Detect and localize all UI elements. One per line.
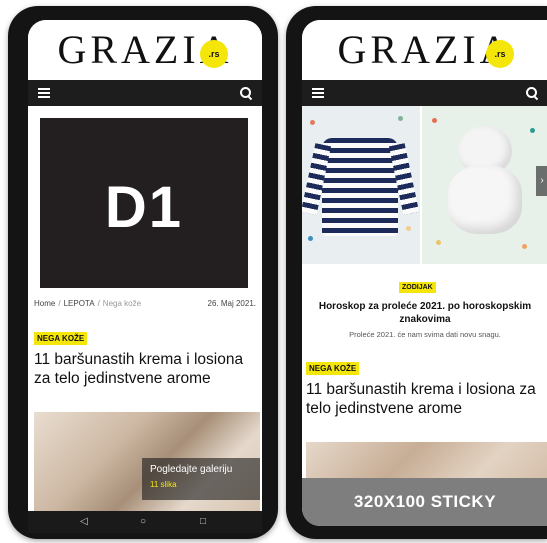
confetti-dot	[436, 240, 441, 245]
featured-headline[interactable]: Horoskop za proleće 2021. po horoskopski…	[306, 300, 544, 326]
gallery-count: 11 slika	[150, 480, 177, 489]
header-logo-row: GRAZIA .rs	[28, 20, 262, 80]
logo-badge: .rs	[486, 40, 514, 68]
breadcrumb-separator: /	[97, 299, 100, 308]
hamburger-icon[interactable]	[312, 88, 324, 98]
ad-label: D1	[104, 175, 184, 240]
sticky-ad-banner[interactable]: 320X100 STICKY	[302, 478, 547, 526]
navbar	[28, 80, 262, 106]
hero-image-carousel[interactable]: ›	[302, 106, 547, 264]
confetti-dot	[406, 226, 411, 231]
phone-left: GRAZIA .rs D1 Home / LEPOTA / Nega kože 26. …	[8, 6, 278, 539]
search-icon[interactable]	[526, 87, 538, 99]
ad-banner-d1[interactable]: D1	[40, 118, 248, 288]
breadcrumb-home[interactable]: Home	[34, 299, 55, 308]
device-edge	[490, 6, 547, 16]
confetti-dot	[522, 244, 527, 249]
hero-image-sweater	[302, 106, 420, 264]
header-logo-row: GRAZIA .rs	[302, 20, 547, 80]
striped-sweater	[322, 138, 398, 236]
navbar	[302, 80, 547, 106]
android-nav-bar: ◁ ○ □	[28, 511, 262, 533]
breadcrumb-separator: /	[58, 299, 61, 308]
article-title[interactable]: 11 baršunastih krema i losiona za telo j…	[34, 350, 256, 388]
breadcrumb-section[interactable]: LEPOTA	[64, 299, 95, 308]
zodiac-tag[interactable]: ZODIJAK	[399, 282, 436, 293]
home-icon[interactable]: ○	[140, 517, 146, 527]
hero-image-bear: ›	[422, 106, 547, 264]
category-tag[interactable]: NEGA KOŽE	[34, 332, 88, 345]
featured-subtitle: Proleće 2021. će nam svima dati novu sna…	[349, 330, 501, 339]
breadcrumb: Home / LEPOTA / Nega kože	[34, 299, 141, 308]
breadcrumb-current: Nega kože	[102, 299, 142, 308]
article-title[interactable]: 11 baršunastih krema i losiona za telo j…	[306, 380, 542, 418]
article-date: 26. Maj 2021.	[207, 299, 256, 308]
carousel-next-icon[interactable]: ›	[536, 166, 547, 196]
hamburger-icon[interactable]	[38, 88, 50, 98]
phone-right: GRAZIA .rs › ZODIJAK Horoskop za proleće…	[286, 6, 547, 539]
teddy-bear	[444, 126, 526, 234]
phone-left-screen: GRAZIA .rs D1 Home / LEPOTA / Nega kože 26. …	[28, 20, 262, 512]
gallery-image[interactable]: Pogledajte galeriju 11 slika	[34, 412, 260, 512]
logo-badge: .rs	[200, 40, 228, 68]
back-icon[interactable]: ◁	[80, 517, 88, 527]
recent-apps-icon[interactable]: □	[200, 517, 206, 527]
search-icon[interactable]	[240, 87, 252, 99]
phone-right-screen: GRAZIA .rs › ZODIJAK Horoskop za proleće…	[302, 20, 547, 526]
confetti-dot	[310, 120, 315, 125]
gallery-label: Pogledajte galeriju	[150, 464, 233, 475]
confetti-dot	[530, 128, 535, 133]
confetti-dot	[308, 236, 313, 241]
gallery-overlay[interactable]: Pogledajte galeriju 11 slika	[142, 458, 260, 500]
confetti-dot	[432, 118, 437, 123]
category-tag[interactable]: NEGA KOŽE	[306, 362, 360, 375]
confetti-dot	[398, 116, 403, 121]
